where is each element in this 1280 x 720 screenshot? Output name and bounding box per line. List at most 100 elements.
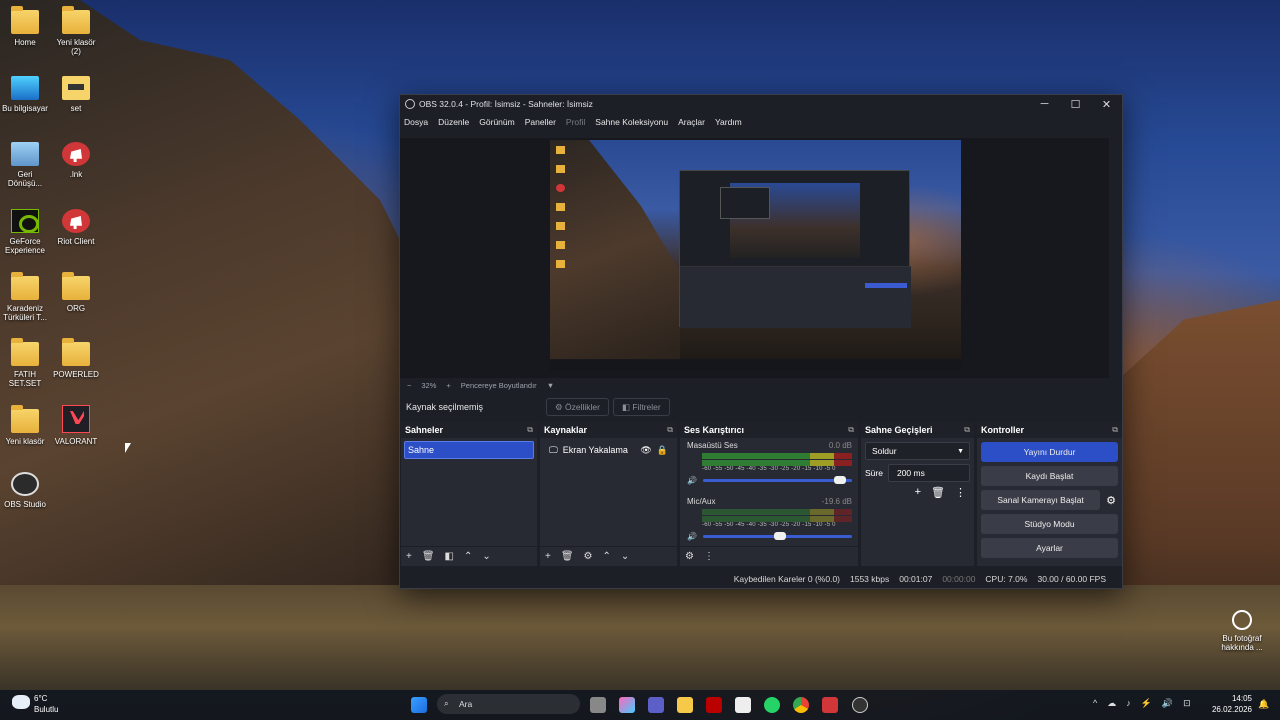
preview-canvas[interactable] (550, 140, 961, 371)
desktop-icon-riot-client[interactable]: Riot Client (51, 209, 101, 246)
desktop-icon-home[interactable]: Home (0, 6, 50, 47)
obs-taskbar-icon[interactable] (852, 697, 868, 713)
desktop-icon-recycle-bin[interactable]: Geri Dönüşü... (0, 142, 50, 188)
transition-select[interactable]: Soldur ▼ (865, 442, 970, 460)
whatsapp-icon[interactable] (764, 697, 780, 713)
undock-icon[interactable]: ⧉ (1112, 425, 1118, 435)
desktop-icon-org[interactable]: ORG (51, 272, 101, 313)
volume-knob[interactable] (834, 476, 847, 484)
menu-edit[interactable]: Düzenle (438, 117, 469, 127)
start-icon[interactable] (411, 697, 427, 713)
menu-tools[interactable]: Araçlar (678, 117, 705, 127)
desktop-icon-yeni-klasor[interactable]: Yeni klasör (0, 405, 50, 446)
start-virtual-camera-button[interactable]: Sanal Kamerayı Başlat (981, 490, 1101, 510)
fit-to-window-button[interactable]: Pencereye Boyutlandır (461, 381, 537, 390)
volume-slider[interactable] (702, 476, 852, 484)
filters-button[interactable]: ◧ Filtreler (612, 398, 670, 416)
notepad-icon[interactable] (735, 697, 751, 713)
zoom-out-button[interactable]: − (407, 381, 411, 390)
weather-desc[interactable]: Bulutlu (34, 705, 58, 714)
desktop-icon-geforce[interactable]: GeForce Experience (0, 209, 50, 255)
desktop-icon-karadeniz[interactable]: Karadeniz Türküleri T... (0, 272, 50, 322)
notification-icon[interactable]: 🔔 (1258, 699, 1269, 710)
undock-icon[interactable]: ⧉ (527, 425, 533, 435)
clock-date[interactable]: 26.02.2026 (1210, 705, 1252, 714)
duration-label: Süre (865, 468, 883, 478)
gear-icon: ⚙ (555, 401, 565, 412)
desktop-icon-powerled[interactable]: POWERLED (51, 338, 101, 379)
channel-name: Masaüstü Ses (687, 441, 738, 450)
menu-scene-collection[interactable]: Sahne Koleksiyonu (595, 117, 668, 127)
app-icon[interactable] (706, 697, 722, 713)
tray-icons[interactable]: ^☁♪⚡🔊⊡ (1093, 698, 1201, 709)
close-button[interactable]: ✕ (1091, 98, 1122, 111)
zoom-dropdown-icon[interactable]: ▼ (547, 381, 554, 390)
desktop-icon-valorant[interactable]: VALORANT (51, 405, 101, 446)
add-scene-icon[interactable]: + (406, 551, 412, 562)
speaker-icon[interactable]: 🔊 (687, 532, 697, 541)
move-up-icon[interactable]: ⌃ (464, 551, 472, 562)
start-recording-button[interactable]: Kaydı Başlat (981, 466, 1118, 486)
maximize-button[interactable]: ☐ (1060, 98, 1091, 111)
move-down-icon[interactable]: ⌄ (482, 551, 490, 562)
mixer-settings-icon[interactable]: ⚙ (685, 551, 694, 562)
settings-button[interactable]: Ayarlar (981, 538, 1118, 558)
source-toolbar: Kaynak seçilmemiş ⚙ Özellikler ◧ Filtrel… (400, 395, 1124, 419)
add-source-icon[interactable]: + (545, 551, 551, 562)
scene-item[interactable]: Sahne (404, 441, 534, 459)
move-down-icon[interactable]: ⌄ (621, 551, 629, 562)
taskbar-search[interactable]: ⌕ Ara (437, 694, 580, 714)
desktop-icon-yeni-klasor-2[interactable]: Yeni klasör (2) (51, 6, 101, 56)
mixer-menu-icon[interactable]: ⋮ (704, 551, 714, 562)
desktop-icon-obs-studio[interactable]: OBS Studio (0, 472, 50, 509)
desktop-icon-fatih-set[interactable]: FATIH SET.SET (0, 338, 50, 388)
search-icon: ⌕ (444, 698, 449, 708)
menu-docks[interactable]: Paneller (525, 117, 556, 127)
zoom-in-button[interactable]: + (446, 381, 450, 390)
duration-input[interactable]: 200 ms (887, 464, 970, 482)
chrome-icon[interactable] (793, 697, 809, 713)
riot-client-icon[interactable] (822, 697, 838, 713)
properties-button[interactable]: ⚙ Özellikler (546, 398, 609, 416)
menu-help[interactable]: Yardım (715, 117, 742, 127)
desktop-icon-set[interactable]: set (51, 76, 101, 113)
add-transition-icon[interactable]: + (915, 486, 921, 499)
scene-filter-icon[interactable]: ◧ (445, 551, 454, 562)
preview-area[interactable] (400, 138, 1109, 378)
cpu-usage: CPU: 7.0% (985, 574, 1028, 584)
menu-file[interactable]: Dosya (404, 117, 428, 127)
lock-icon[interactable]: 🔒 (657, 445, 668, 456)
undock-icon[interactable]: ⧉ (964, 425, 970, 435)
task-view-icon[interactable] (590, 697, 606, 713)
photo-info-button[interactable]: Bu fotoğraf hakkında ... (1216, 610, 1268, 652)
record-time: 00:00:00 (942, 574, 976, 584)
menu-profile[interactable]: Profil (566, 117, 585, 127)
remove-source-icon[interactable]: 🗑 (561, 551, 574, 562)
file-explorer-icon[interactable] (677, 697, 693, 713)
filter-icon: ◧ (621, 401, 633, 412)
studio-mode-button[interactable]: Stüdyo Modu (981, 514, 1118, 534)
wallpaper-ground (0, 585, 1280, 690)
eye-icon[interactable]: 👁 (640, 445, 651, 456)
minimize-button[interactable]: ─ (1029, 98, 1060, 111)
volume-slider[interactable] (702, 532, 852, 540)
source-settings-icon[interactable]: ⚙ (584, 551, 593, 562)
speaker-icon[interactable]: 🔊 (687, 476, 697, 485)
undock-icon[interactable]: ⧉ (848, 425, 854, 435)
undock-icon[interactable]: ⧉ (667, 425, 673, 435)
teams-icon[interactable] (648, 697, 664, 713)
weather-temp[interactable]: 6°C (34, 694, 47, 703)
source-item[interactable]: 🖵 Ekran Yakalama 👁 🔒 (543, 441, 674, 459)
desktop-icon-this-pc[interactable]: Bu bilgisayar (0, 76, 50, 113)
move-up-icon[interactable]: ⌃ (603, 551, 611, 562)
remove-transition-icon[interactable]: 🗑 (931, 486, 945, 499)
volume-knob[interactable] (774, 532, 787, 540)
clock-time[interactable]: 14:05 (1210, 694, 1252, 703)
desktop-icon-lnk[interactable]: .lnk (51, 142, 101, 179)
copilot-icon[interactable] (619, 697, 635, 713)
remove-scene-icon[interactable]: 🗑 (422, 551, 435, 562)
menu-view[interactable]: Görünüm (479, 117, 514, 127)
stop-streaming-button[interactable]: Yayını Durdur (981, 442, 1118, 462)
gear-icon[interactable]: ⚙ (1106, 494, 1116, 507)
transition-menu-icon[interactable]: ⋮ (955, 486, 966, 499)
